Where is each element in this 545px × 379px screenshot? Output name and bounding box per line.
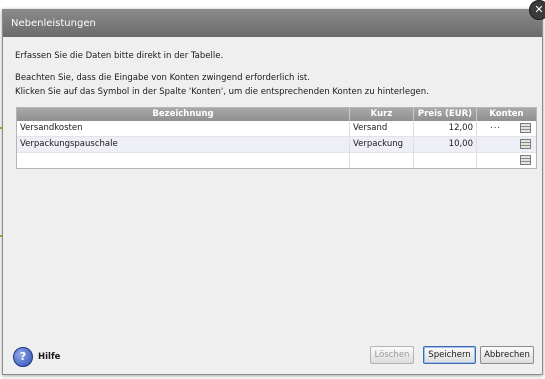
instruction-text-2: Beachten Sie, dass die Eingabe von Konte…: [15, 73, 310, 83]
account-table-icon[interactable]: [520, 139, 531, 149]
account-table-icon[interactable]: [520, 123, 531, 133]
cell-preis[interactable]: [414, 153, 477, 168]
table-row[interactable]: Versandkosten Versand 12,00 ...: [17, 121, 536, 137]
instruction-text-1: Erfassen Sie die Daten bitte direkt in d…: [15, 51, 224, 61]
table-row[interactable]: Verpackungspauschale Verpackung 10,00: [17, 137, 536, 153]
cell-kurz[interactable]: Versand: [350, 121, 414, 136]
save-button[interactable]: Speichern: [423, 346, 476, 364]
column-header-kurz[interactable]: Kurz: [350, 108, 414, 121]
cell-konten[interactable]: [477, 137, 536, 152]
cell-kurz[interactable]: [350, 153, 414, 168]
services-table: Bezeichnung Kurz Preis (EUR) Konten Vers…: [16, 107, 537, 169]
help-icon[interactable]: ?: [13, 347, 33, 367]
cell-bezeichnung[interactable]: Verpackungspauschale: [17, 137, 350, 152]
dialog-window: Nebenleistungen ✕ Erfassen Sie die Daten…: [2, 0, 545, 375]
column-header-konten[interactable]: Konten: [477, 108, 536, 121]
cell-preis[interactable]: 12,00: [414, 121, 477, 136]
cell-bezeichnung[interactable]: Versandkosten: [17, 121, 350, 136]
title-bar: Nebenleistungen: [3, 10, 542, 37]
cell-bezeichnung[interactable]: [17, 153, 350, 168]
account-table-icon[interactable]: [520, 155, 531, 165]
help-label[interactable]: Hilfe: [38, 352, 60, 362]
cell-konten[interactable]: ...: [477, 121, 536, 136]
konten-value: ...: [490, 121, 502, 131]
table-row[interactable]: [17, 153, 536, 168]
window-title: Nebenleistungen: [11, 18, 96, 29]
close-icon[interactable]: ✕: [529, 0, 545, 20]
delete-button[interactable]: Löschen: [370, 346, 414, 364]
instruction-text-3: Klicken Sie auf das Symbol in der Spalte…: [15, 87, 429, 97]
cell-preis[interactable]: 10,00: [414, 137, 477, 152]
cell-konten[interactable]: [477, 153, 536, 168]
column-header-bezeichnung[interactable]: Bezeichnung: [17, 108, 350, 121]
table-header: Bezeichnung Kurz Preis (EUR) Konten: [17, 108, 536, 121]
cancel-button[interactable]: Abbrechen: [480, 346, 534, 364]
column-header-preis[interactable]: Preis (EUR): [414, 108, 477, 121]
cell-kurz[interactable]: Verpackung: [350, 137, 414, 152]
